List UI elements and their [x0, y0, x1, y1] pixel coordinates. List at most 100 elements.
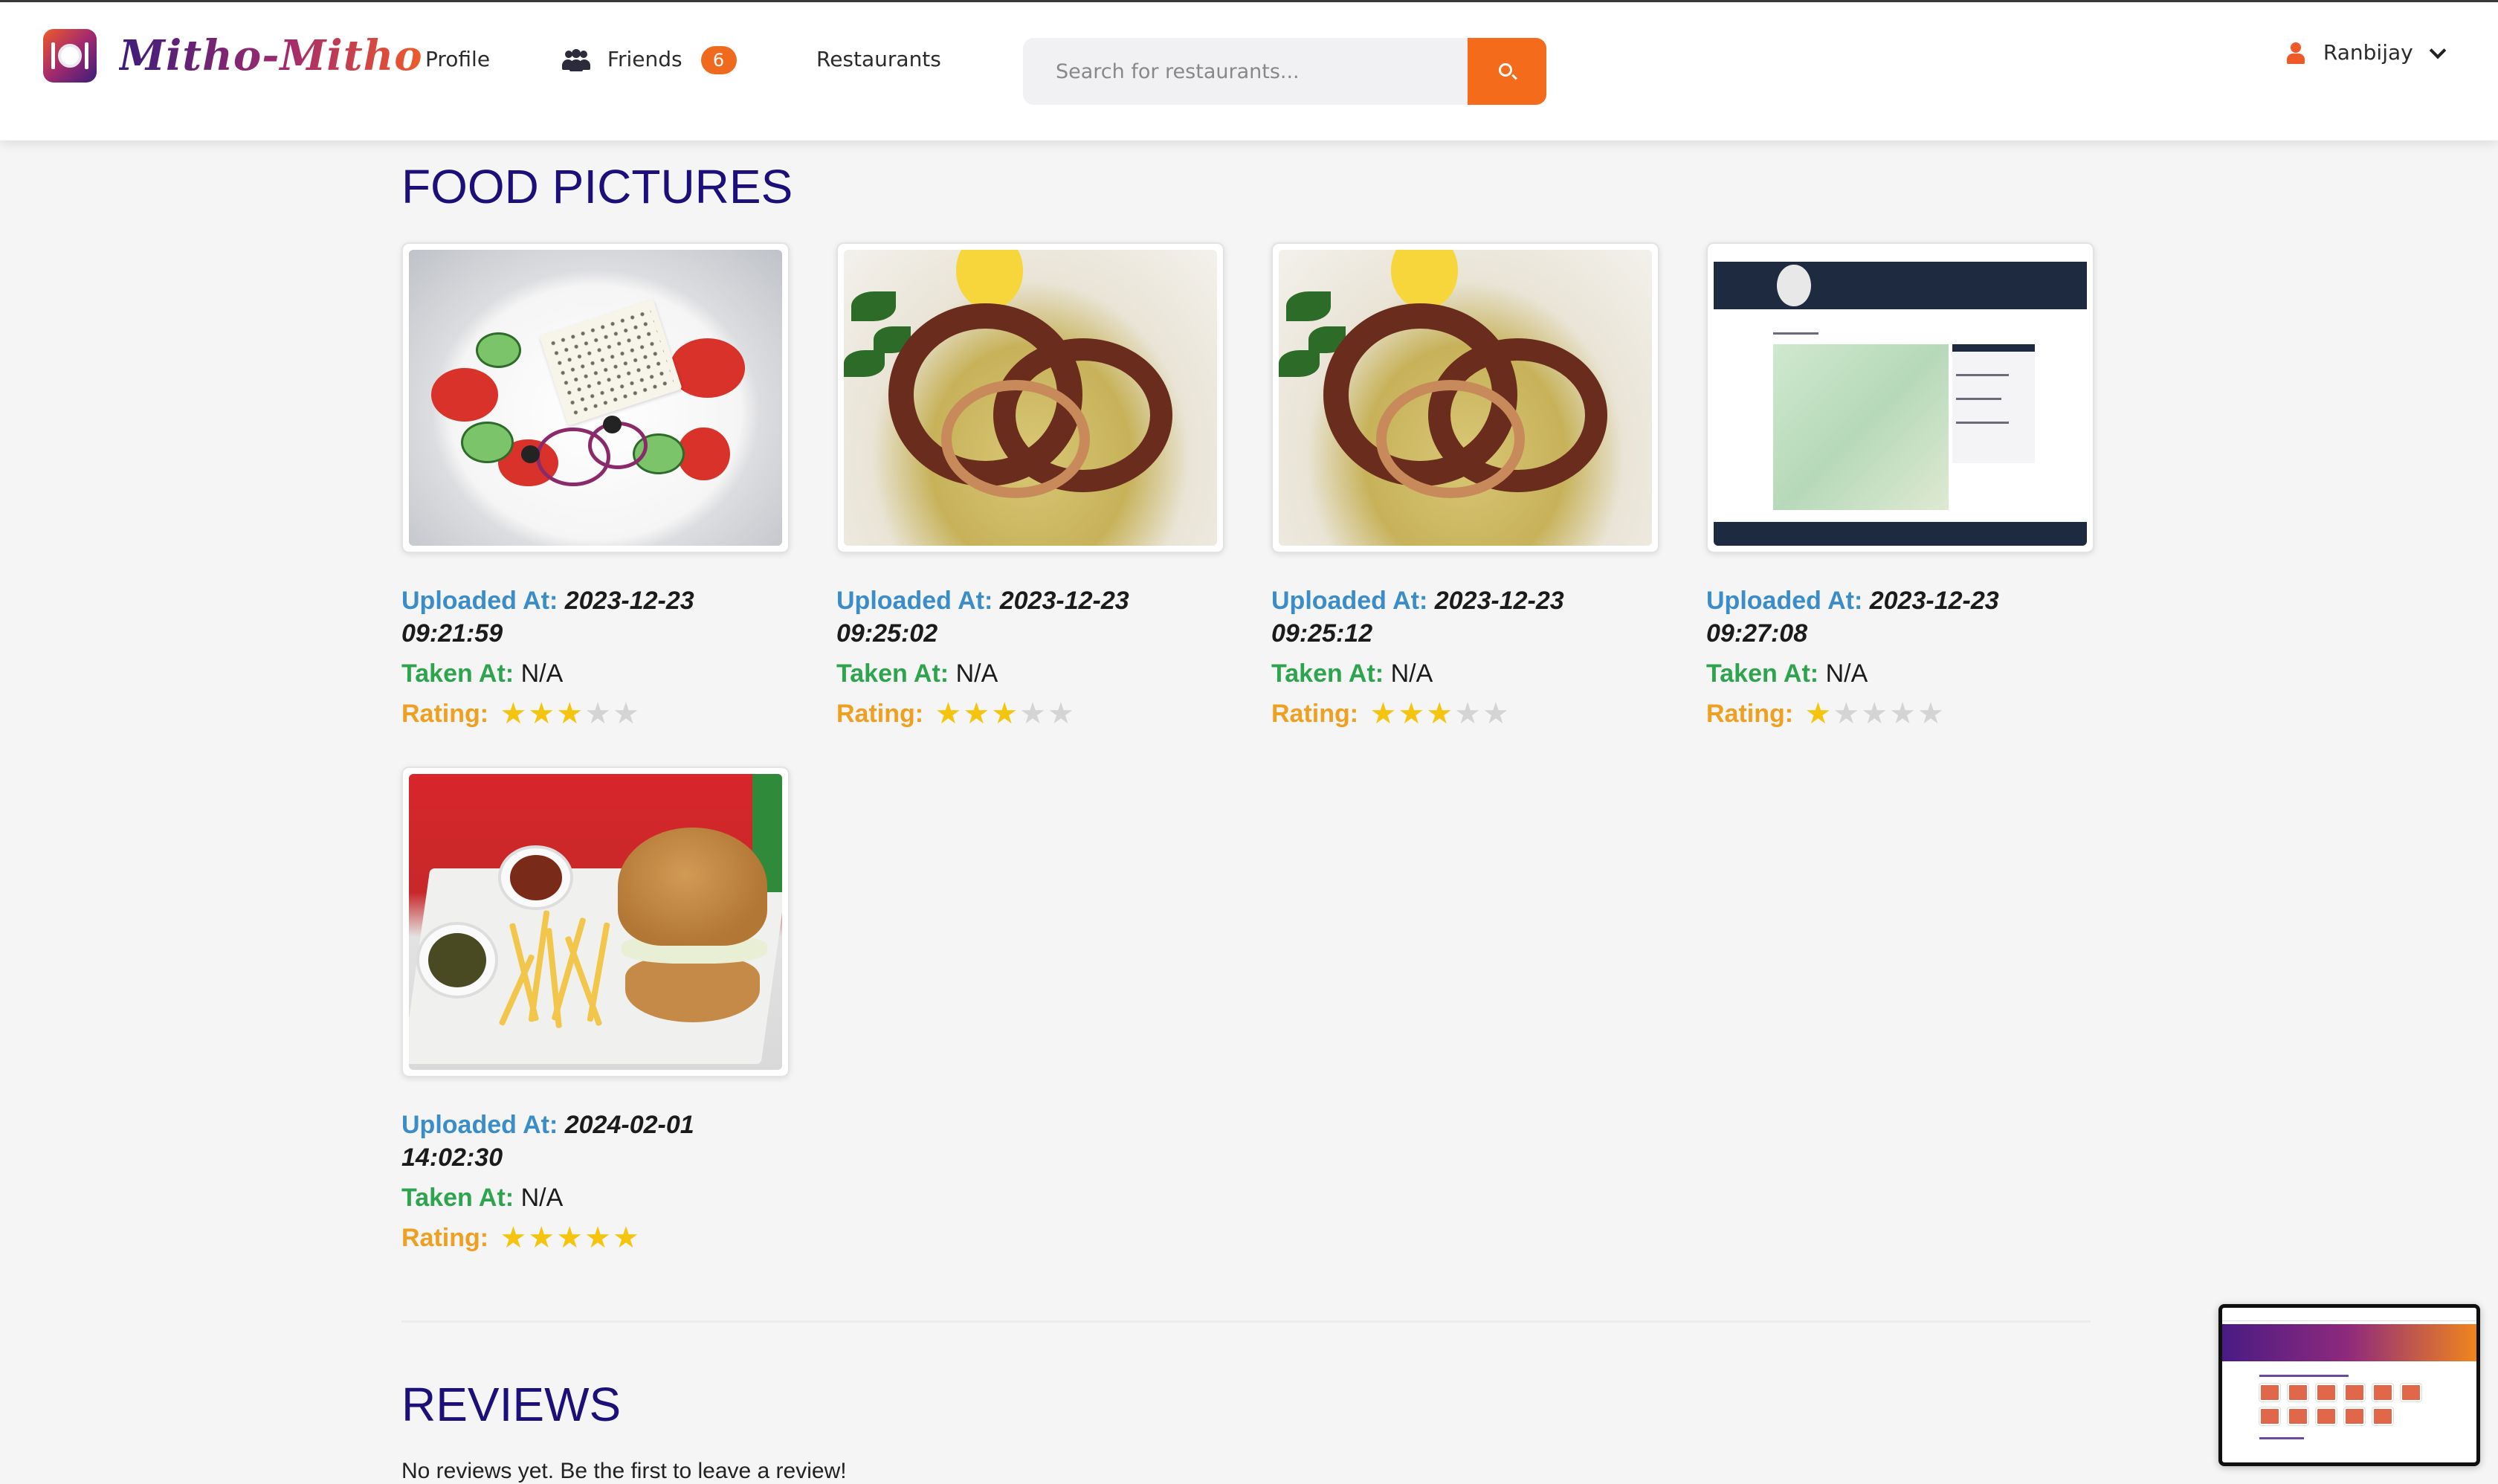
- nav-friends-link[interactable]: Friends 6: [562, 44, 737, 75]
- search-button[interactable]: [1468, 38, 1546, 105]
- food-picture-card: Uploaded At: 2023-12-23 09:25:02 Taken A…: [836, 242, 1224, 739]
- users-icon: [562, 49, 590, 71]
- star-empty-icon: ★: [1917, 697, 1944, 730]
- star-rating: ★★★★★: [1370, 699, 1511, 732]
- preview-thumb: [2259, 1384, 2280, 1401]
- food-picture-card: Uploaded At: 2023-12-23 09:27:08 Taken A…: [1706, 242, 2094, 739]
- uploaded-date: 2023-12-23: [1869, 587, 1999, 615]
- nav-profile-link[interactable]: Profile: [425, 44, 490, 75]
- uploaded-time: 09:25:12: [1271, 619, 1373, 648]
- star-empty-icon: ★: [1047, 697, 1074, 730]
- preview-thumb: [2372, 1384, 2393, 1401]
- nav-restaurants-link[interactable]: Restaurants: [816, 44, 941, 75]
- preview-thumb: [2316, 1407, 2337, 1425]
- food-photo[interactable]: [1706, 242, 2094, 553]
- preview-thumb: [2288, 1384, 2308, 1401]
- uploaded-time: 14:02:30: [401, 1143, 503, 1172]
- knife-icon: [85, 42, 88, 69]
- grilled-octopus-image: [844, 250, 1217, 546]
- star-empty-icon: ★: [1019, 697, 1046, 730]
- star-empty-icon: ★: [584, 697, 611, 730]
- chevron-down-icon: [2429, 42, 2446, 59]
- uploaded-time: 09:25:02: [836, 619, 938, 648]
- uploaded-label: Uploaded At:: [401, 587, 558, 615]
- burger-and-fries-image: [409, 774, 782, 1070]
- preview-thumb: [2344, 1384, 2365, 1401]
- food-picture-card: Uploaded At: 2023-12-23 09:21:59 Taken A…: [401, 242, 790, 739]
- page-preview-thumbnail[interactable]: [2218, 1304, 2480, 1466]
- preview-navbar: [2222, 1308, 2476, 1321]
- taken-value: N/A: [520, 1184, 564, 1212]
- food-picture-card: Uploaded At: 2023-12-23 09:25:12 Taken A…: [1271, 242, 1659, 739]
- navbar: Mitho-Mitho Profile Friends 6 Restaurant…: [0, 2, 2498, 141]
- star-filled-icon: ★: [612, 1222, 639, 1254]
- uploaded-label: Uploaded At:: [1706, 587, 1863, 615]
- user-menu-dropdown[interactable]: Ranbijay: [2287, 35, 2446, 71]
- section-divider: [401, 1320, 2091, 1323]
- food-photo[interactable]: [836, 242, 1224, 553]
- uploaded-time: 09:27:08: [1706, 619, 1808, 648]
- food-picture-card: Uploaded At: 2024-02-01 14:02:30 Taken A…: [401, 767, 790, 1263]
- rating-label: Rating:: [836, 700, 924, 728]
- star-empty-icon: ★: [1482, 697, 1509, 730]
- preview-thumb: [2401, 1384, 2421, 1401]
- nav-friends-label: Friends: [607, 47, 682, 71]
- preview-heading: [2259, 1375, 2349, 1377]
- taken-value: N/A: [955, 659, 998, 688]
- star-filled-icon: ★: [1426, 697, 1453, 730]
- food-pictures-heading: FOOD PICTURES: [401, 160, 793, 213]
- star-rating: ★★★★★: [1805, 699, 1946, 732]
- reviews-heading: REVIEWS: [401, 1378, 622, 1431]
- star-empty-icon: ★: [612, 697, 639, 730]
- taken-label: Taken At:: [401, 659, 514, 688]
- taken-label: Taken At:: [836, 659, 949, 688]
- uploaded-date: 2023-12-23: [999, 587, 1129, 615]
- taken-label: Taken At:: [401, 1184, 514, 1212]
- logo-icon[interactable]: [43, 29, 97, 83]
- food-photo[interactable]: [1271, 242, 1659, 553]
- taken-value: N/A: [1825, 659, 1868, 688]
- search-input[interactable]: [1023, 38, 1469, 105]
- star-filled-icon: ★: [991, 697, 1019, 730]
- food-picture-meta: Uploaded At: 2024-02-01 14:02:30 Taken A…: [401, 1109, 790, 1256]
- food-photo[interactable]: [401, 767, 790, 1077]
- star-empty-icon: ★: [1833, 697, 1860, 730]
- star-filled-icon: ★: [1804, 697, 1832, 730]
- star-empty-icon: ★: [1454, 697, 1481, 730]
- star-filled-icon: ★: [584, 1222, 611, 1254]
- greek-salad-image: [409, 250, 782, 546]
- uploaded-date: 2024-02-01: [564, 1111, 694, 1139]
- star-filled-icon: ★: [556, 1222, 584, 1254]
- rating-label: Rating:: [401, 1224, 489, 1252]
- star-filled-icon: ★: [963, 697, 990, 730]
- star-filled-icon: ★: [1398, 697, 1425, 730]
- plate-icon: [58, 44, 82, 68]
- friends-count-badge: 6: [700, 46, 737, 74]
- fork-icon: [51, 42, 55, 69]
- profile-map-screenshot-image: [1714, 250, 2087, 546]
- preview-thumb: [2316, 1384, 2337, 1401]
- star-filled-icon: ★: [500, 697, 527, 730]
- rating-label: Rating:: [1706, 700, 1794, 728]
- uploaded-label: Uploaded At:: [836, 587, 993, 615]
- preview-hero-banner: [2222, 1324, 2476, 1361]
- taken-label: Taken At:: [1271, 659, 1384, 688]
- star-empty-icon: ★: [1861, 697, 1888, 730]
- star-rating: ★★★★★: [500, 699, 641, 732]
- no-reviews-text: No reviews yet. Be the first to leave a …: [401, 1459, 847, 1483]
- star-rating: ★★★★★: [935, 699, 1076, 732]
- star-empty-icon: ★: [1889, 697, 1916, 730]
- food-picture-meta: Uploaded At: 2023-12-23 09:25:02 Taken A…: [836, 584, 1224, 732]
- food-picture-meta: Uploaded At: 2023-12-23 09:21:59 Taken A…: [401, 584, 790, 732]
- rating-label: Rating:: [401, 700, 489, 728]
- uploaded-time: 09:21:59: [401, 619, 503, 648]
- star-filled-icon: ★: [528, 697, 555, 730]
- search-icon: [1499, 63, 1512, 77]
- brand-name[interactable]: Mitho-Mitho: [119, 25, 423, 87]
- star-filled-icon: ★: [1369, 697, 1397, 730]
- star-filled-icon: ★: [500, 1222, 527, 1254]
- taken-label: Taken At:: [1706, 659, 1819, 688]
- food-photo[interactable]: [401, 242, 790, 553]
- preview-thumb: [2288, 1407, 2308, 1425]
- preview-thumb: [2344, 1407, 2365, 1425]
